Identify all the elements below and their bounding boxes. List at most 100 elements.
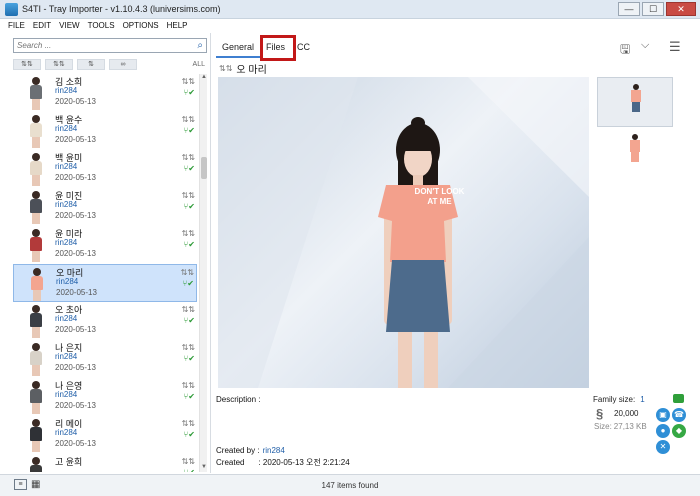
- menu-view[interactable]: VIEW: [55, 21, 83, 30]
- check-icon: ⑂✔: [183, 126, 195, 135]
- sim-list-pane: ⌕ ⇅⇅ ⇅⇅ ⇅ ∞ ALL 김 소희rin2842020-05-13⇅⇅⑂✔…: [13, 38, 209, 472]
- search-icon[interactable]: ⌕: [197, 40, 203, 51]
- chevron-down-icon[interactable]: ⌵: [641, 39, 649, 52]
- money-value: 20,000: [614, 409, 639, 418]
- sim-type-icon: ⇅⇅: [181, 305, 195, 314]
- selected-sim-header: ⇅⇅ 오 마리: [219, 62, 267, 76]
- sim-list-item[interactable]: 나 은영 rin284 2020-05-13 ⇅⇅ ⑂✔: [13, 378, 197, 416]
- sim-date: 2020-05-13: [55, 363, 96, 372]
- menu-options[interactable]: OPTIONS: [119, 21, 163, 30]
- sim-date: 2020-05-13: [55, 401, 96, 410]
- sim-name: 백 윤수: [55, 115, 83, 125]
- sim-thumbnail: [23, 113, 49, 149]
- size-value: 27,13 KB: [613, 422, 647, 431]
- sim-type-icon: ⇅⇅: [181, 191, 195, 200]
- sim-name: 리 메이: [55, 419, 83, 429]
- check-icon: ⑂✔: [183, 316, 195, 325]
- check-icon: ⑂✔: [183, 354, 195, 363]
- trait-icon-4: ◆: [672, 424, 686, 438]
- sim-creator[interactable]: rin284: [55, 200, 96, 211]
- file-size: Size: 27,13 KB: [594, 422, 647, 431]
- trait-icon-5: ✕: [656, 440, 670, 454]
- sim-thumbnail: [23, 189, 49, 225]
- files-tab-highlight: [260, 35, 296, 61]
- sort-button-2[interactable]: ⇅⇅: [45, 58, 73, 70]
- sim-creator[interactable]: rin284: [55, 162, 96, 173]
- sim-name: 나 은지: [55, 343, 83, 353]
- selected-sim-name: 오 마리: [236, 64, 267, 76]
- sim-list-item[interactable]: 오 마리 rin284 2020-05-13 ⇅⇅ ⑂✔: [13, 264, 197, 302]
- sim-creator[interactable]: rin284: [55, 238, 96, 249]
- sim-name: 오 초아: [55, 305, 83, 315]
- infinity-filter-button[interactable]: ∞: [109, 58, 137, 70]
- created-value: : 2020-05-13 오전 2:21:24: [258, 458, 350, 467]
- tab-general[interactable]: General: [216, 40, 261, 58]
- filter-all[interactable]: ALL: [193, 61, 205, 68]
- sim-name: 김 소희: [55, 77, 83, 87]
- sim-creator[interactable]: rin284: [55, 390, 96, 401]
- sim-name: 윤 미라: [55, 229, 83, 239]
- trait-icon-1: ▣: [656, 408, 670, 422]
- check-icon: ⑂✔: [183, 88, 195, 97]
- sort-button-3[interactable]: ⇅: [77, 58, 105, 70]
- sim-list: 김 소희 rin284 2020-05-13 ⇅⇅ ⑂✔ 백 윤수 rin284 2020-0…: [13, 74, 197, 472]
- menu-help[interactable]: HELP: [163, 21, 192, 30]
- sim-list-item[interactable]: 오 초아 rin284 2020-05-13 ⇅⇅ ⑂✔: [13, 302, 197, 340]
- menu-tools[interactable]: TOOLS: [84, 21, 119, 30]
- pane-splitter[interactable]: [210, 33, 211, 473]
- simoleon-icon: §: [596, 406, 604, 421]
- sim-creator[interactable]: rin284: [55, 86, 96, 97]
- sim-name: 백 윤미: [55, 153, 83, 163]
- list-scrollbar[interactable]: ▲ ▼: [199, 74, 207, 472]
- sim-list-item[interactable]: 백 윤미 rin284 2020-05-13 ⇅⇅ ⑂✔: [13, 150, 197, 188]
- sort-button-1[interactable]: ⇅⇅: [13, 58, 41, 70]
- scroll-up-icon[interactable]: ▲: [200, 74, 208, 82]
- sim-list-item[interactable]: 나 은지 rin284 2020-05-13 ⇅⇅ ⑂✔: [13, 340, 197, 378]
- sim-type-icon: ⇅⇅: [181, 153, 195, 162]
- created-date: Created: 2020-05-13 오전 2:21:24: [216, 457, 350, 468]
- minimize-button[interactable]: —: [618, 2, 640, 16]
- check-icon: ⑂✔: [183, 202, 195, 211]
- shirt-print-text: DON'T LOOK AT ME: [414, 187, 465, 206]
- gallery-thumb-1[interactable]: [597, 77, 673, 127]
- sim-creator[interactable]: rin284: [55, 428, 96, 439]
- sim-type-icon: ⇅⇅: [180, 268, 194, 277]
- sim-list-item[interactable]: 김 소희 rin284 2020-05-13 ⇅⇅ ⑂✔: [13, 74, 197, 112]
- sim-type-icon: ⇅⇅: [181, 77, 195, 86]
- sim-creator[interactable]: rin284: [55, 314, 96, 325]
- scroll-thumb[interactable]: [201, 157, 207, 179]
- sim-list-item[interactable]: 윤 미라 rin284 2020-05-13 ⇅⇅ ⑂✔: [13, 226, 197, 264]
- sim-figure: [218, 77, 589, 388]
- gallery-thumb-2[interactable]: [597, 130, 673, 180]
- sim-date: 2020-05-13: [55, 135, 96, 144]
- sim-date: 2020-05-13: [55, 97, 96, 106]
- sim-name: 윤 미진: [55, 191, 83, 201]
- sim-creator[interactable]: rin284: [56, 277, 97, 288]
- sim-list-item[interactable]: 백 윤수 rin284 2020-05-13 ⇅⇅ ⑂✔: [13, 112, 197, 150]
- sim-date: 2020-05-13: [55, 173, 96, 182]
- sim-list-item[interactable]: 리 메이 rin284 2020-05-13 ⇅⇅ ⑂✔: [13, 416, 197, 454]
- menu-edit[interactable]: EDIT: [29, 21, 55, 30]
- sim-type-icon: ⇅⇅: [181, 381, 195, 390]
- sim-list-item[interactable]: 윤 미진 rin284 2020-05-13 ⇅⇅ ⑂✔: [13, 188, 197, 226]
- sim-list-item[interactable]: 고 윤희 ⇅⇅ ⑂✔: [13, 454, 197, 472]
- sim-date: 2020-05-13: [55, 439, 96, 448]
- save-icon[interactable]: 🖫: [620, 40, 630, 61]
- sim-creator[interactable]: rin284: [55, 124, 96, 135]
- search-input[interactable]: [14, 39, 184, 52]
- sim-thumbnail: [23, 379, 49, 415]
- check-icon: ⑂✔: [181, 468, 195, 472]
- description-label: Description :: [216, 395, 261, 404]
- hamburger-menu-icon[interactable]: ☰: [669, 39, 681, 55]
- scroll-down-icon[interactable]: ▼: [200, 464, 208, 472]
- sim-name: 나 은영: [55, 381, 83, 391]
- maximize-button[interactable]: ☐: [642, 2, 664, 16]
- family-icon: [673, 394, 684, 403]
- family-size-value: 1: [640, 395, 645, 404]
- close-button[interactable]: ✕: [666, 2, 696, 16]
- sim-thumbnail: [23, 151, 49, 187]
- menu-file[interactable]: FILE: [0, 21, 29, 30]
- created-by-link[interactable]: rin284: [263, 446, 285, 455]
- status-bar: ≡ ▦ 147 items found: [0, 474, 700, 496]
- sim-creator[interactable]: rin284: [55, 352, 96, 363]
